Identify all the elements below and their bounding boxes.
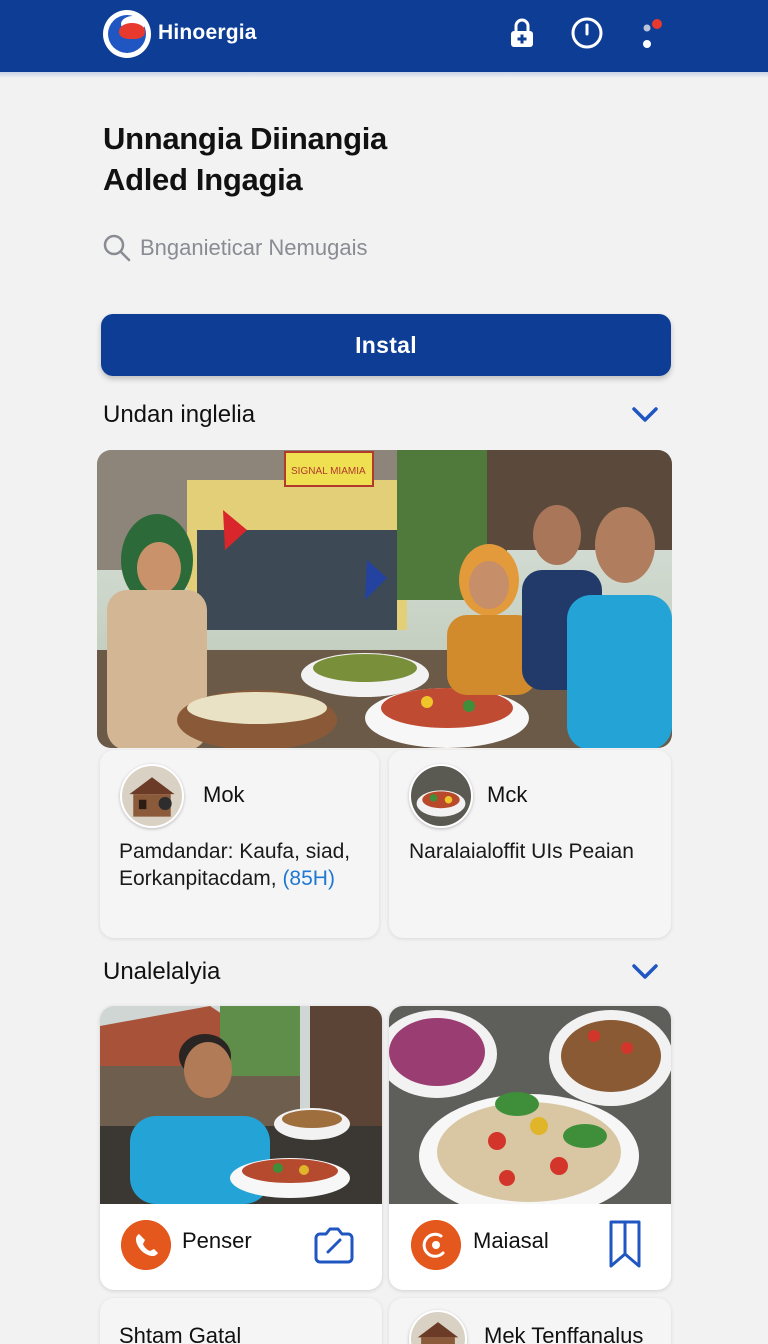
install-button[interactable]: Instal <box>101 314 671 376</box>
info-card-1[interactable]: Mok Pamdandar: Kaufa, siad, Eorkanpitacd… <box>100 750 379 938</box>
more-options-icon[interactable] <box>632 16 666 50</box>
partial-card-1[interactable]: Shtam Gatal <box>100 1298 382 1344</box>
bookmark-icon[interactable] <box>603 1218 647 1270</box>
community-food-photo[interactable]: SIGNAL MIAMIA <box>97 450 672 748</box>
share-icon[interactable] <box>310 1220 358 1268</box>
avatar <box>120 764 184 828</box>
shop-sign-text: SIGNAL MIAMIA <box>291 466 366 477</box>
card-description: Pamdandar: Kaufa, siad, Eorkanpitacdam, … <box>119 840 351 890</box>
headline-line-1: Unnangia Diinangia <box>103 121 387 156</box>
section-title-1: Undan inglelia <box>103 401 256 428</box>
chevron-down-icon[interactable] <box>630 962 660 982</box>
brand-name: Hinoergia <box>158 21 257 44</box>
contact-icon[interactable] <box>411 1220 461 1270</box>
card-title: Mok <box>203 782 245 807</box>
salad-dishes-photo <box>389 1006 671 1204</box>
info-card-2[interactable]: Mck Naralaialoffit UIs Peaian <box>389 750 671 938</box>
card-title: Mek Tenffanalus <box>484 1323 644 1344</box>
card-description: Naralaialoffit UIs Peaian <box>409 840 634 863</box>
lock-icon[interactable] <box>505 16 539 50</box>
phone-icon[interactable] <box>121 1220 171 1270</box>
clock-icon[interactable] <box>570 16 604 50</box>
headline-line-2: Adled Ingagia <box>103 162 303 197</box>
avatar <box>409 1310 467 1344</box>
page-headline: Unnangia Diinangia Adled Ingagia <box>103 118 663 200</box>
count-link[interactable]: (85H) <box>282 867 335 890</box>
photo-card-2[interactable]: Maiasal <box>389 1006 671 1290</box>
card-title: Mck <box>487 782 528 807</box>
app-logo[interactable] <box>103 10 151 58</box>
search-bar[interactable] <box>102 230 662 266</box>
card-action-label: Penser <box>182 1228 252 1253</box>
card-action-label: Maiasal <box>473 1228 549 1253</box>
top-bar-shadow <box>0 72 768 78</box>
chevron-down-icon[interactable] <box>630 405 660 425</box>
card-title: Shtam Gatal <box>119 1323 242 1344</box>
partial-card-2[interactable]: Mek Tenffanalus <box>389 1298 671 1344</box>
search-input[interactable] <box>140 230 640 266</box>
search-icon <box>103 234 131 262</box>
avatar <box>409 764 473 828</box>
photo-card-1[interactable]: Penser <box>100 1006 382 1290</box>
man-with-food-photo <box>100 1006 382 1204</box>
section-title-2: Unalelalyia <box>103 958 221 985</box>
